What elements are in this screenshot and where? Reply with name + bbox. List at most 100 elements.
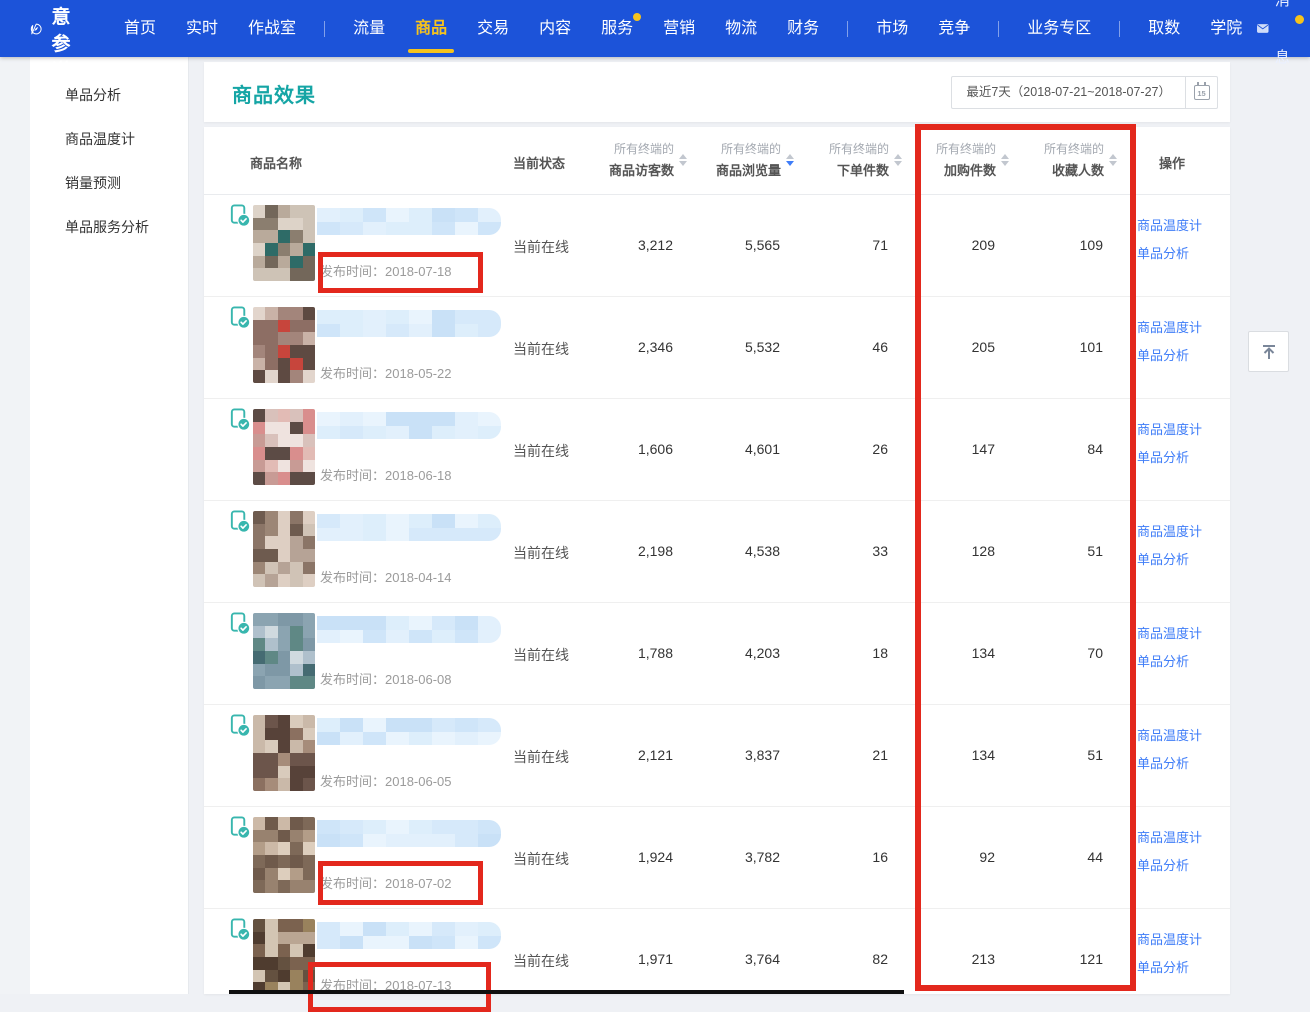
- cell-favorites: 44: [973, 849, 1103, 865]
- product-image-blurred[interactable]: [253, 715, 315, 791]
- publish-date-value: 2018-04-14: [385, 570, 452, 585]
- product-name-blurred[interactable]: [317, 412, 501, 439]
- sidebar-item-单品服务分析[interactable]: 单品服务分析: [30, 205, 188, 249]
- publish-date: 发布时间：2018-06-08: [320, 669, 452, 688]
- nav-item-营销[interactable]: 营销: [663, 0, 695, 57]
- nav-item-交易[interactable]: 交易: [477, 0, 509, 57]
- nav-item-市场[interactable]: 市场: [876, 0, 908, 57]
- date-range-text: 最近7天（2018-07-21~2018-07-27）: [952, 77, 1185, 108]
- nav-item-label: 竞争: [938, 20, 970, 37]
- nav-divider: [847, 21, 848, 37]
- publish-date-label: 发布时间：: [320, 468, 385, 483]
- publish-date-label: 发布时间：: [320, 264, 385, 279]
- action-link-item-analysis[interactable]: 单品分析: [1137, 855, 1189, 874]
- action-link-item-analysis[interactable]: 单品分析: [1137, 345, 1189, 364]
- action-link-item-analysis[interactable]: 单品分析: [1137, 753, 1189, 772]
- action-link-thermometer[interactable]: 商品温度计: [1137, 929, 1202, 948]
- action-link-item-analysis[interactable]: 单品分析: [1137, 957, 1189, 976]
- cell-favorites: 51: [973, 543, 1103, 559]
- product-name-blurred[interactable]: [317, 718, 501, 745]
- sort-carets[interactable]: [1109, 154, 1117, 166]
- table-row: 发布时间：2018-06-08当前在线1,7884,2031813470商品温度…: [204, 603, 1230, 705]
- nav-item-学院[interactable]: 学院: [1210, 0, 1242, 57]
- publish-date-value: 2018-06-05: [385, 774, 452, 789]
- mobile-verified-icon: [228, 510, 251, 533]
- column-header-收藏人数[interactable]: 所有终端的收藏人数: [975, 140, 1117, 179]
- nav-item-物流[interactable]: 物流: [725, 0, 757, 57]
- product-image-blurred[interactable]: [253, 613, 315, 689]
- nav-item-label: 流量: [353, 20, 385, 37]
- table-row: 发布时间：2018-07-18当前在线3,2125,56571209109商品温…: [204, 195, 1230, 297]
- top-navigation: 生意参谋 首页实时作战室流量商品交易内容服务营销物流财务市场竞争业务专区取数学院…: [0, 0, 1310, 57]
- app-logo[interactable]: 生意参谋: [30, 0, 87, 83]
- nav-item-内容[interactable]: 内容: [539, 0, 571, 57]
- nav-item-label: 商品: [415, 20, 447, 37]
- column-header-actions: 操作: [1144, 153, 1200, 172]
- action-link-item-analysis[interactable]: 单品分析: [1137, 651, 1189, 670]
- nav-messages[interactable]: 消息: [1257, 0, 1295, 57]
- product-name-blurred[interactable]: [317, 208, 501, 235]
- product-image-blurred[interactable]: [253, 919, 315, 994]
- product-name-blurred[interactable]: [317, 922, 501, 949]
- action-link-thermometer[interactable]: 商品温度计: [1137, 827, 1202, 846]
- product-image-blurred[interactable]: [253, 511, 315, 587]
- publish-date-label: 发布时间：: [320, 570, 385, 585]
- action-link-item-analysis[interactable]: 单品分析: [1137, 447, 1189, 466]
- action-link-thermometer[interactable]: 商品温度计: [1137, 419, 1202, 438]
- action-link-item-analysis[interactable]: 单品分析: [1137, 549, 1189, 568]
- publish-date: 发布时间：2018-06-05: [320, 771, 452, 790]
- product-image-blurred[interactable]: [253, 205, 315, 281]
- nav-item-首页[interactable]: 首页: [124, 0, 156, 57]
- publish-date-value: 2018-06-08: [385, 672, 452, 687]
- action-link-thermometer[interactable]: 商品温度计: [1137, 623, 1202, 642]
- nav-item-label: 实时: [186, 20, 218, 37]
- product-name-blurred[interactable]: [317, 820, 501, 847]
- table-row: 发布时间：2018-05-22当前在线2,3465,53246205101商品温…: [204, 297, 1230, 399]
- page-header: 商品效果 最近7天（2018-07-21~2018-07-27） 15: [204, 62, 1230, 122]
- nav-item-竞争[interactable]: 竞争: [938, 0, 970, 57]
- action-link-thermometer[interactable]: 商品温度计: [1137, 215, 1202, 234]
- sort-desc-caret[interactable]: [1109, 161, 1117, 166]
- product-name-blurred[interactable]: [317, 514, 501, 541]
- nav-item-流量[interactable]: 流量: [353, 0, 385, 57]
- mobile-verified-icon: [228, 408, 251, 431]
- nav-item-label: 营销: [663, 20, 695, 37]
- nav-item-label: 物流: [725, 20, 757, 37]
- product-name-blurred[interactable]: [317, 310, 501, 337]
- publish-date-value: 2018-07-02: [385, 876, 452, 891]
- mobile-verified-icon: [228, 816, 251, 839]
- back-to-top-button[interactable]: [1248, 331, 1289, 372]
- publish-date-label: 发布时间：: [320, 366, 385, 381]
- nav-item-商品[interactable]: 商品: [415, 0, 447, 57]
- nav-item-实时[interactable]: 实时: [186, 0, 218, 57]
- action-link-thermometer[interactable]: 商品温度计: [1137, 317, 1202, 336]
- product-image-blurred[interactable]: [253, 307, 315, 383]
- nav-item-label: 内容: [539, 20, 571, 37]
- mobile-verified-icon: [228, 204, 251, 227]
- nav-item-label: 财务: [787, 20, 819, 37]
- nav-item-作战室[interactable]: 作战室: [248, 0, 296, 57]
- product-name-blurred[interactable]: [317, 616, 501, 643]
- publish-date: 发布时间：2018-07-18: [320, 261, 452, 280]
- action-link-item-analysis[interactable]: 单品分析: [1137, 243, 1189, 262]
- nav-item-label: 取数: [1148, 20, 1180, 37]
- date-range-picker[interactable]: 最近7天（2018-07-21~2018-07-27） 15: [951, 76, 1218, 109]
- product-image-blurred[interactable]: [253, 409, 315, 485]
- table-row: 发布时间：2018-07-02当前在线1,9243,782169244商品温度计…: [204, 807, 1230, 909]
- mobile-verified-icon: [228, 714, 251, 737]
- nav-item-取数[interactable]: 取数: [1148, 0, 1180, 57]
- nav-item-业务专区[interactable]: 业务专区: [1027, 0, 1091, 57]
- action-link-thermometer[interactable]: 商品温度计: [1137, 725, 1202, 744]
- sidebar-item-销量预测[interactable]: 销量预测: [30, 161, 188, 205]
- product-image-blurred[interactable]: [253, 817, 315, 893]
- nav-item-服务[interactable]: 服务: [601, 0, 633, 57]
- action-link-thermometer[interactable]: 商品温度计: [1137, 521, 1202, 540]
- column-header-text: 所有终端的收藏人数: [1044, 140, 1104, 179]
- sort-asc-caret[interactable]: [1109, 154, 1117, 159]
- messages-badge-dot: [1295, 15, 1304, 24]
- calendar-button[interactable]: 15: [1185, 77, 1217, 108]
- nav-item-财务[interactable]: 财务: [787, 0, 819, 57]
- table-row: 发布时间：2018-04-14当前在线2,1984,5383312851商品温度…: [204, 501, 1230, 603]
- arrow-up-to-line-icon: [1259, 342, 1279, 362]
- sidebar-item-商品温度计[interactable]: 商品温度计: [30, 117, 188, 161]
